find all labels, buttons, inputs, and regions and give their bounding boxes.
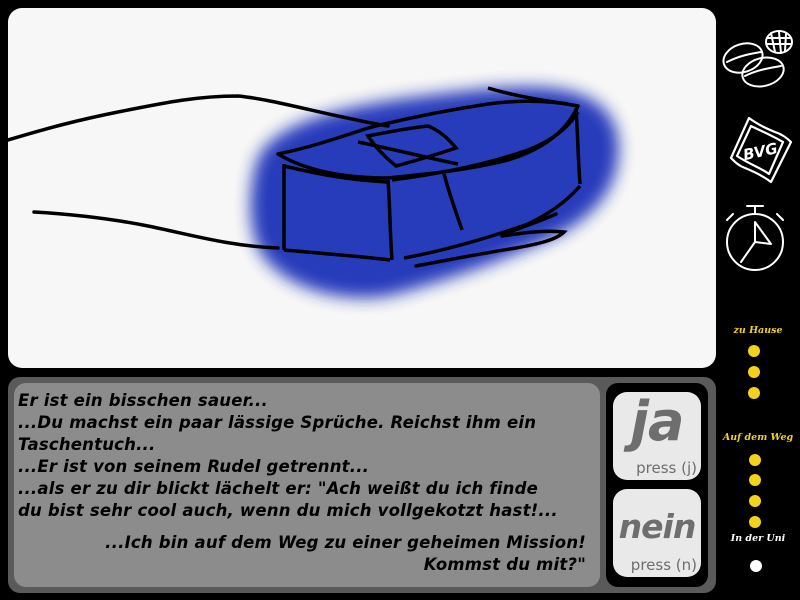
nein-button-hint: press (n) [630,556,697,574]
progress-dot [749,516,761,528]
progress-label-auf-dem-weg: Auf dem Weg [722,432,794,443]
progress-dot [748,345,760,357]
ja-button-word: ja [630,392,685,453]
dialog-line: Taschentuch... [18,435,156,454]
dialog-line: Er ist ein bisschen sauer... [18,391,268,410]
dialog-spacer [18,522,598,532]
progress-label-zu-hause: zu Hause [733,325,783,336]
dialog-box: Er ist ein bisschen sauer... ...Du machs… [14,383,600,587]
dialog-line: ...Er ist von seinem Rudel getrennt... [18,457,370,476]
arm-lower-line [32,210,280,250]
progress-label-in-der-uni: In der Uni [730,533,786,544]
progress-dot [748,366,760,378]
dialog-quote-line: ...Ich bin auf dem Weg zu einer geheimen… [105,533,586,552]
nein-button[interactable]: nein press (n) [613,489,701,577]
progress-dot [750,560,762,572]
scene-stage [8,8,716,368]
stopwatch-icon [719,200,795,276]
dialog-panel: Er ist ein bisschen sauer... ...Du machs… [8,377,716,593]
dialog-line: ...als er zu dir blickt lächelt er: "Ach… [18,479,538,498]
progress-dot [749,474,761,486]
progress-dot [749,495,761,507]
ja-button[interactable]: ja press (j) [613,392,701,480]
bvg-ticket-label: BVG [741,139,779,164]
choice-column: ja press (j) nein press (n) [606,383,708,587]
dialog-line: du bist sehr cool auch, wenn du mich vol… [18,501,558,520]
dialog-quote-line: Kommst du mit?" [423,555,586,574]
progress-dot [749,454,761,466]
nein-button-word: nein [618,507,697,546]
dialog-text: Er ist ein bisschen sauer... ...Du machs… [18,390,598,576]
bvg-ticket-icon: BVG [719,112,795,188]
blue-glow [250,86,619,298]
coffee-beans-icon [719,24,795,96]
progress-dot [748,387,760,399]
ja-button-hint: press (j) [636,459,697,477]
scene-illustration [8,86,619,298]
dialog-line: ...Du machst ein paar lässige Sprüche. R… [18,413,537,432]
